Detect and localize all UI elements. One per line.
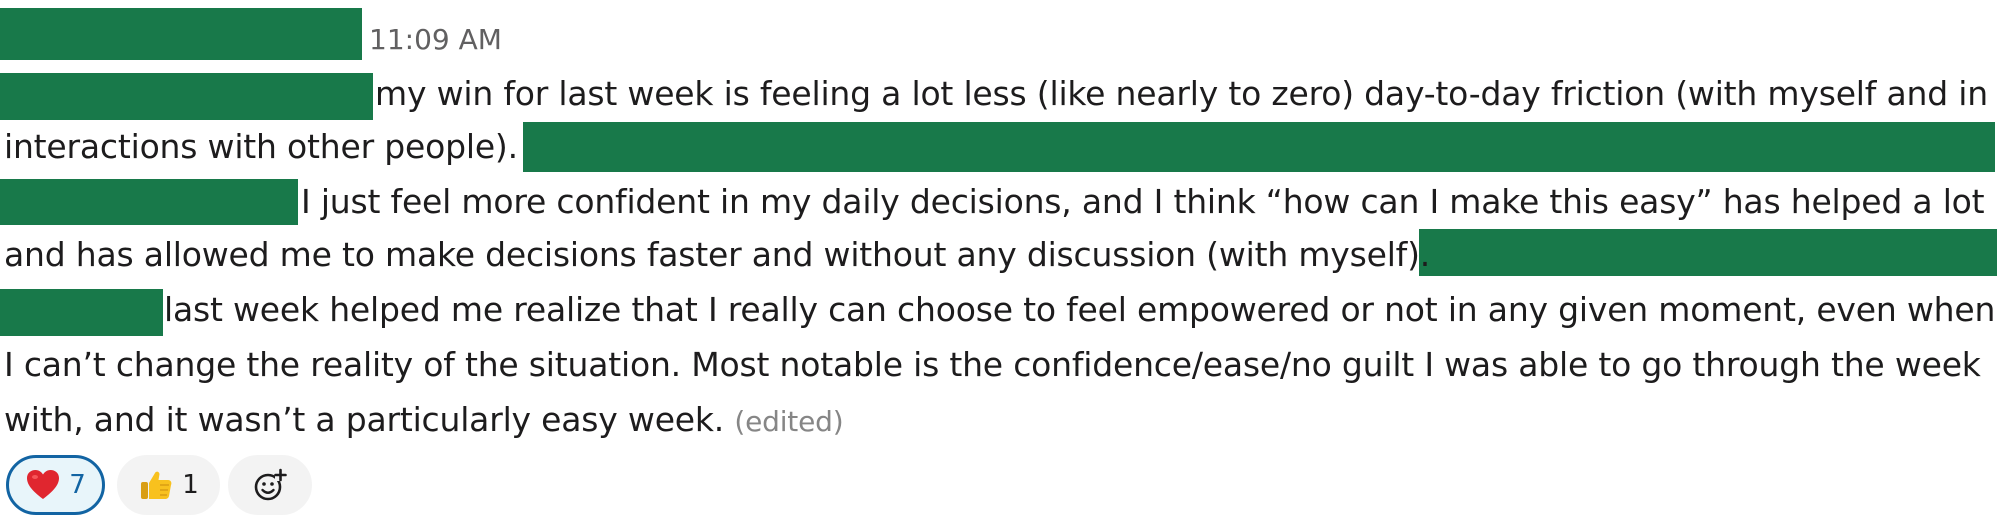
redacted-text [523,122,1995,172]
thumbs-up-emoji-icon [141,471,172,499]
message: 11:09 AM my win for last week is feeling… [0,0,2000,527]
redacted-mention [0,73,373,120]
redacted-text [1419,229,1997,276]
reaction-thumbs-up[interactable]: 1 [117,455,220,515]
message-text: with, and it wasn’t a particularly easy … [4,400,725,439]
message-timestamp[interactable]: 11:09 AM [369,20,502,60]
redacted-mention [0,289,163,336]
message-text-line: I can’t change the reality of the situat… [4,345,1981,384]
heart-emoji-icon [27,470,60,499]
message-text-line: with, and it wasn’t a particularly easy … [4,393,844,449]
redacted-mention [0,179,298,225]
message-text-line: I just feel more confident in my daily d… [301,182,1985,221]
message-text-line: and has allowed me to make decisions fas… [4,235,1431,274]
reaction-count: 1 [182,470,199,500]
reaction-heart[interactable]: 7 [6,455,105,515]
message-text-line: interactions with other people). [4,127,518,166]
message-text-line: my win for last week is feeling a lot le… [375,74,1988,113]
add-reaction-button[interactable] [228,455,312,515]
reaction-count: 7 [69,470,86,500]
add-reaction-icon [254,468,287,501]
message-text-line: last week helped me realize that I reall… [164,290,1996,329]
redacted-sender-name [0,8,362,60]
edited-label: (edited) [734,405,844,438]
